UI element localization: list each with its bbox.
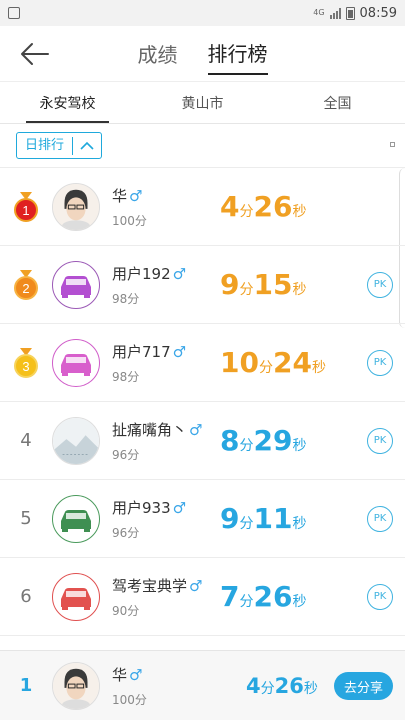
- rank-number: 5: [20, 508, 32, 529]
- car-purple-icon: [61, 275, 91, 298]
- leaderboard-list: 1 华 ♂ 100分 4分26秒 2 用户192 ♂ 98分 9分15秒 PK …: [0, 168, 405, 636]
- period-dropdown[interactable]: 日排行: [16, 132, 103, 159]
- my-avatar: [52, 661, 100, 710]
- car-red-icon: [61, 587, 91, 610]
- tab-leaderboard[interactable]: 排行榜: [207, 32, 268, 75]
- tab-scores[interactable]: 成绩: [138, 33, 178, 74]
- battery-icon: [345, 6, 355, 20]
- male-icon: ♂: [172, 264, 187, 283]
- avatar: [52, 182, 100, 231]
- finish-time: 9分15秒: [220, 268, 307, 301]
- avatar: [52, 260, 100, 309]
- user-name: 扯痛嘴角丶 ♂: [112, 420, 203, 439]
- finish-time: 7分26秒: [220, 580, 307, 613]
- male-icon: ♂: [129, 186, 143, 205]
- status-bar: 4G 08:59: [0, 0, 405, 26]
- pk-button[interactable]: PK: [367, 505, 393, 532]
- rank-number: 6: [20, 586, 32, 607]
- network-type: 4G: [313, 8, 325, 17]
- share-button[interactable]: 去分享: [333, 672, 393, 700]
- rank-number: 4: [20, 430, 32, 451]
- male-icon: ♂: [172, 342, 187, 361]
- male-icon: ♂: [189, 420, 203, 439]
- user-score: 96分: [112, 525, 140, 540]
- my-rank-bar: 1 华 ♂ 100分 4分26秒 去分享: [0, 650, 405, 720]
- finish-time: 4分26秒: [220, 190, 307, 223]
- rank-medal-silver: 2: [0, 269, 52, 300]
- my-name: 华 ♂: [112, 665, 143, 684]
- user-score: 100分: [112, 213, 147, 228]
- user-score: 90分: [112, 603, 140, 618]
- pk-button[interactable]: PK: [367, 271, 393, 298]
- user-name: 驾考宝典学 ♂: [112, 576, 203, 595]
- list-item[interactable]: 6 驾考宝典学 ♂ 90分 7分26秒 PK: [0, 558, 405, 636]
- gold-medal-icon: 1: [14, 191, 38, 222]
- tab-school[interactable]: 永安驾校: [0, 82, 135, 123]
- list-item[interactable]: 1 华 ♂ 100分 4分26秒: [0, 168, 405, 246]
- my-rank-number: 1: [19, 675, 33, 696]
- male-icon: ♂: [189, 576, 203, 595]
- tab-city[interactable]: 黄山市: [135, 82, 270, 123]
- avatar: [52, 494, 100, 543]
- user-name: 华 ♂: [112, 186, 143, 205]
- landscape-avatar-icon: [53, 417, 99, 464]
- list-item[interactable]: 4 扯痛嘴角丶 ♂ 96分 8分29秒 PK: [0, 402, 405, 480]
- person-avatar-icon: [53, 662, 99, 709]
- silver-medal-icon: 2: [14, 269, 38, 300]
- list-item[interactable]: 2 用户192 ♂ 98分 9分15秒 PK: [0, 246, 405, 324]
- list-item[interactable]: 3 用户717 ♂ 98分 10分24秒 PK: [0, 324, 405, 402]
- header: 成绩 排行榜: [0, 26, 405, 82]
- person-avatar-icon: [53, 183, 99, 230]
- user-score: 98分: [112, 369, 140, 384]
- user-score: 96分: [112, 447, 140, 462]
- car-pink-icon: [61, 353, 91, 376]
- clock: 08:59: [359, 5, 397, 21]
- menu-dot-icon: [390, 142, 395, 147]
- period-label: 日排行: [17, 136, 74, 155]
- signal-icon: [329, 7, 341, 19]
- my-score: 100分: [112, 692, 147, 707]
- filter-bar: 日排行: [0, 124, 405, 168]
- chevron-up-icon: [73, 132, 101, 159]
- rank-medal-gold: 1: [0, 191, 52, 222]
- user-name: 用户192 ♂: [112, 264, 187, 283]
- svg-text:3: 3: [22, 359, 29, 374]
- avatar: [52, 572, 100, 621]
- male-icon: ♂: [172, 498, 187, 517]
- finish-time: 10分24秒: [220, 346, 326, 379]
- my-finish-time: 4分26秒: [246, 673, 318, 698]
- scope-tabs: 永安驾校 黄山市 全国: [0, 82, 405, 124]
- male-icon: ♂: [129, 665, 143, 684]
- pk-button[interactable]: PK: [367, 427, 393, 454]
- tab-national[interactable]: 全国: [270, 82, 405, 123]
- user-name: 用户717 ♂: [112, 342, 187, 361]
- bronze-medal-icon: 3: [14, 347, 38, 378]
- avatar: [52, 416, 100, 465]
- back-arrow-icon[interactable]: [18, 40, 52, 68]
- avatar: [52, 338, 100, 387]
- pk-button[interactable]: PK: [367, 583, 393, 610]
- list-item[interactable]: 5 用户933 ♂ 96分 9分11秒 PK: [0, 480, 405, 558]
- pk-button[interactable]: PK: [367, 349, 393, 376]
- rank-medal-bronze: 3: [0, 347, 52, 378]
- notification-icon: [8, 7, 20, 19]
- user-name: 用户933 ♂: [112, 498, 187, 517]
- car-green-icon: [61, 509, 91, 532]
- finish-time: 8分29秒: [220, 424, 307, 457]
- user-score: 98分: [112, 291, 140, 306]
- svg-text:2: 2: [22, 281, 29, 296]
- finish-time: 9分11秒: [220, 502, 307, 535]
- svg-text:1: 1: [22, 203, 29, 218]
